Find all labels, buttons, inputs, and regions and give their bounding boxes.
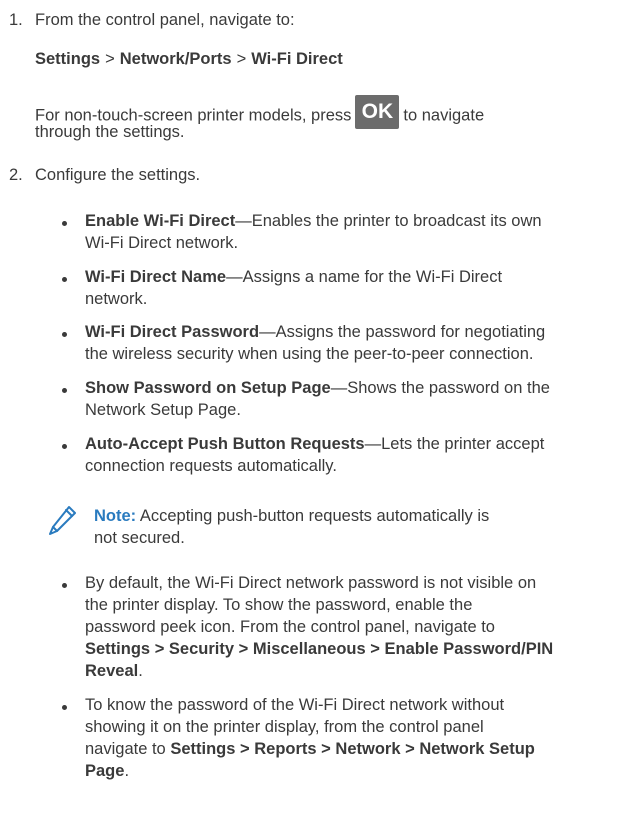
pencil-icon: [47, 503, 79, 541]
nav-path-item: Network/Ports: [119, 50, 232, 68]
bullet-icon: [62, 332, 67, 337]
setting-desc-line2: Wi-Fi Direct network.: [85, 234, 239, 252]
bullet-icon: [62, 221, 67, 226]
setting-term: Wi-Fi Direct Password: [85, 323, 260, 341]
nav-path-item: Wi-Fi Direct: [251, 50, 343, 68]
bullet-icon: [62, 444, 67, 449]
bullet-icon: [62, 705, 67, 710]
tip-end: .: [124, 762, 130, 780]
tip-path: Settings > Reports > Network > Network S…: [170, 740, 535, 758]
path-separator: >: [236, 50, 247, 68]
tip-path: Settings > Security > Miscellaneous > En…: [85, 640, 553, 658]
bullet-icon: [62, 388, 67, 393]
setting-term: Enable Wi-Fi Direct: [85, 212, 236, 230]
note-text-line2: not secured.: [94, 529, 185, 547]
setting-desc: —Lets the printer accept: [364, 435, 545, 453]
tip-path-item: Settings: [85, 640, 151, 658]
path-separator: >: [370, 640, 380, 658]
setting-desc: —Assigns the password for negotiating: [259, 323, 546, 341]
setting-desc-line2: the wireless security when using the pee…: [85, 345, 534, 363]
tip-path-item: Reports: [254, 740, 317, 758]
note-label: Note:: [94, 507, 137, 525]
setting-desc: —Shows the password on the: [330, 379, 550, 397]
setting-wifi-direct-name: Wi-Fi Direct Name—Assigns a name for the…: [85, 266, 635, 310]
setting-desc: —Enables the printer to broadcast its ow…: [235, 212, 542, 230]
setting-desc-line2: network.: [85, 290, 148, 308]
setting-term: Show Password on Setup Page: [85, 379, 331, 397]
step-2-text: Configure the settings.: [35, 166, 201, 184]
path-separator: >: [105, 50, 115, 68]
tip-text: By default, the Wi-Fi Direct network pas…: [85, 574, 537, 592]
tip-text: password peek icon. From the control pan…: [85, 618, 495, 636]
bullet-icon: [62, 277, 67, 282]
tip-path-item: Network Setup: [419, 740, 535, 758]
path-separator: >: [154, 640, 165, 658]
tip-path-item: Security: [168, 640, 235, 658]
tip-text: the printer display. To show the passwor…: [85, 596, 473, 614]
note-text: Accepting push-button requests automatic…: [139, 507, 490, 525]
step-2-number: 2.: [9, 166, 23, 184]
setting-desc-line2: Network Setup Page.: [85, 401, 241, 419]
tip-path-item: Enable Password/PIN: [384, 640, 554, 658]
note: Note: Accepting push-button requests aut…: [94, 505, 489, 527]
tip-path-item: Reveal: [85, 662, 139, 680]
tip-text: showing it on the printer display, from …: [85, 718, 484, 736]
tip-path-item: Page: [85, 762, 125, 780]
tip-path-item: Settings: [170, 740, 236, 758]
path-separator: >: [238, 640, 249, 658]
non-touch-text-after: to navigate: [403, 106, 485, 125]
bullet-icon: [62, 583, 67, 588]
setting-desc: —Assigns a name for the Wi-Fi Direct: [226, 268, 503, 286]
path-separator: >: [321, 740, 331, 758]
tip-password-visibility: By default, the Wi-Fi Direct network pas…: [85, 572, 635, 682]
non-touch-text-line2: through the settings.: [35, 123, 185, 141]
setting-enable-wifi-direct: Enable Wi-Fi Direct—Enables the printer …: [85, 210, 635, 254]
nav-path-item: Settings: [35, 50, 101, 68]
setting-term: Auto-Accept Push Button Requests: [85, 435, 365, 453]
setting-show-password: Show Password on Setup Page—Shows the pa…: [85, 377, 635, 421]
tip-end: .: [138, 662, 143, 680]
tip-text: navigate to: [85, 740, 171, 758]
setting-auto-accept: Auto-Accept Push Button Requests—Lets th…: [85, 433, 635, 477]
nav-path: Settings > Network/Ports > Wi-Fi Direct: [35, 48, 343, 70]
tip-path-item: Miscellaneous: [252, 640, 366, 658]
tip-text: To know the password of the Wi-Fi Direct…: [85, 696, 505, 714]
setting-wifi-direct-password: Wi-Fi Direct Password—Assigns the passwo…: [85, 321, 635, 365]
ok-button-icon: OK: [355, 95, 400, 129]
setting-desc-line2: connection requests automatically.: [85, 457, 337, 475]
step-1-text: From the control panel, navigate to:: [35, 11, 295, 29]
tip-password-report: To know the password of the Wi-Fi Direct…: [85, 694, 635, 782]
path-separator: >: [405, 740, 415, 758]
tip-path-item: Network: [335, 740, 401, 758]
setting-term: Wi-Fi Direct Name: [85, 268, 227, 286]
step-1-number: 1.: [9, 11, 23, 29]
path-separator: >: [240, 740, 250, 758]
